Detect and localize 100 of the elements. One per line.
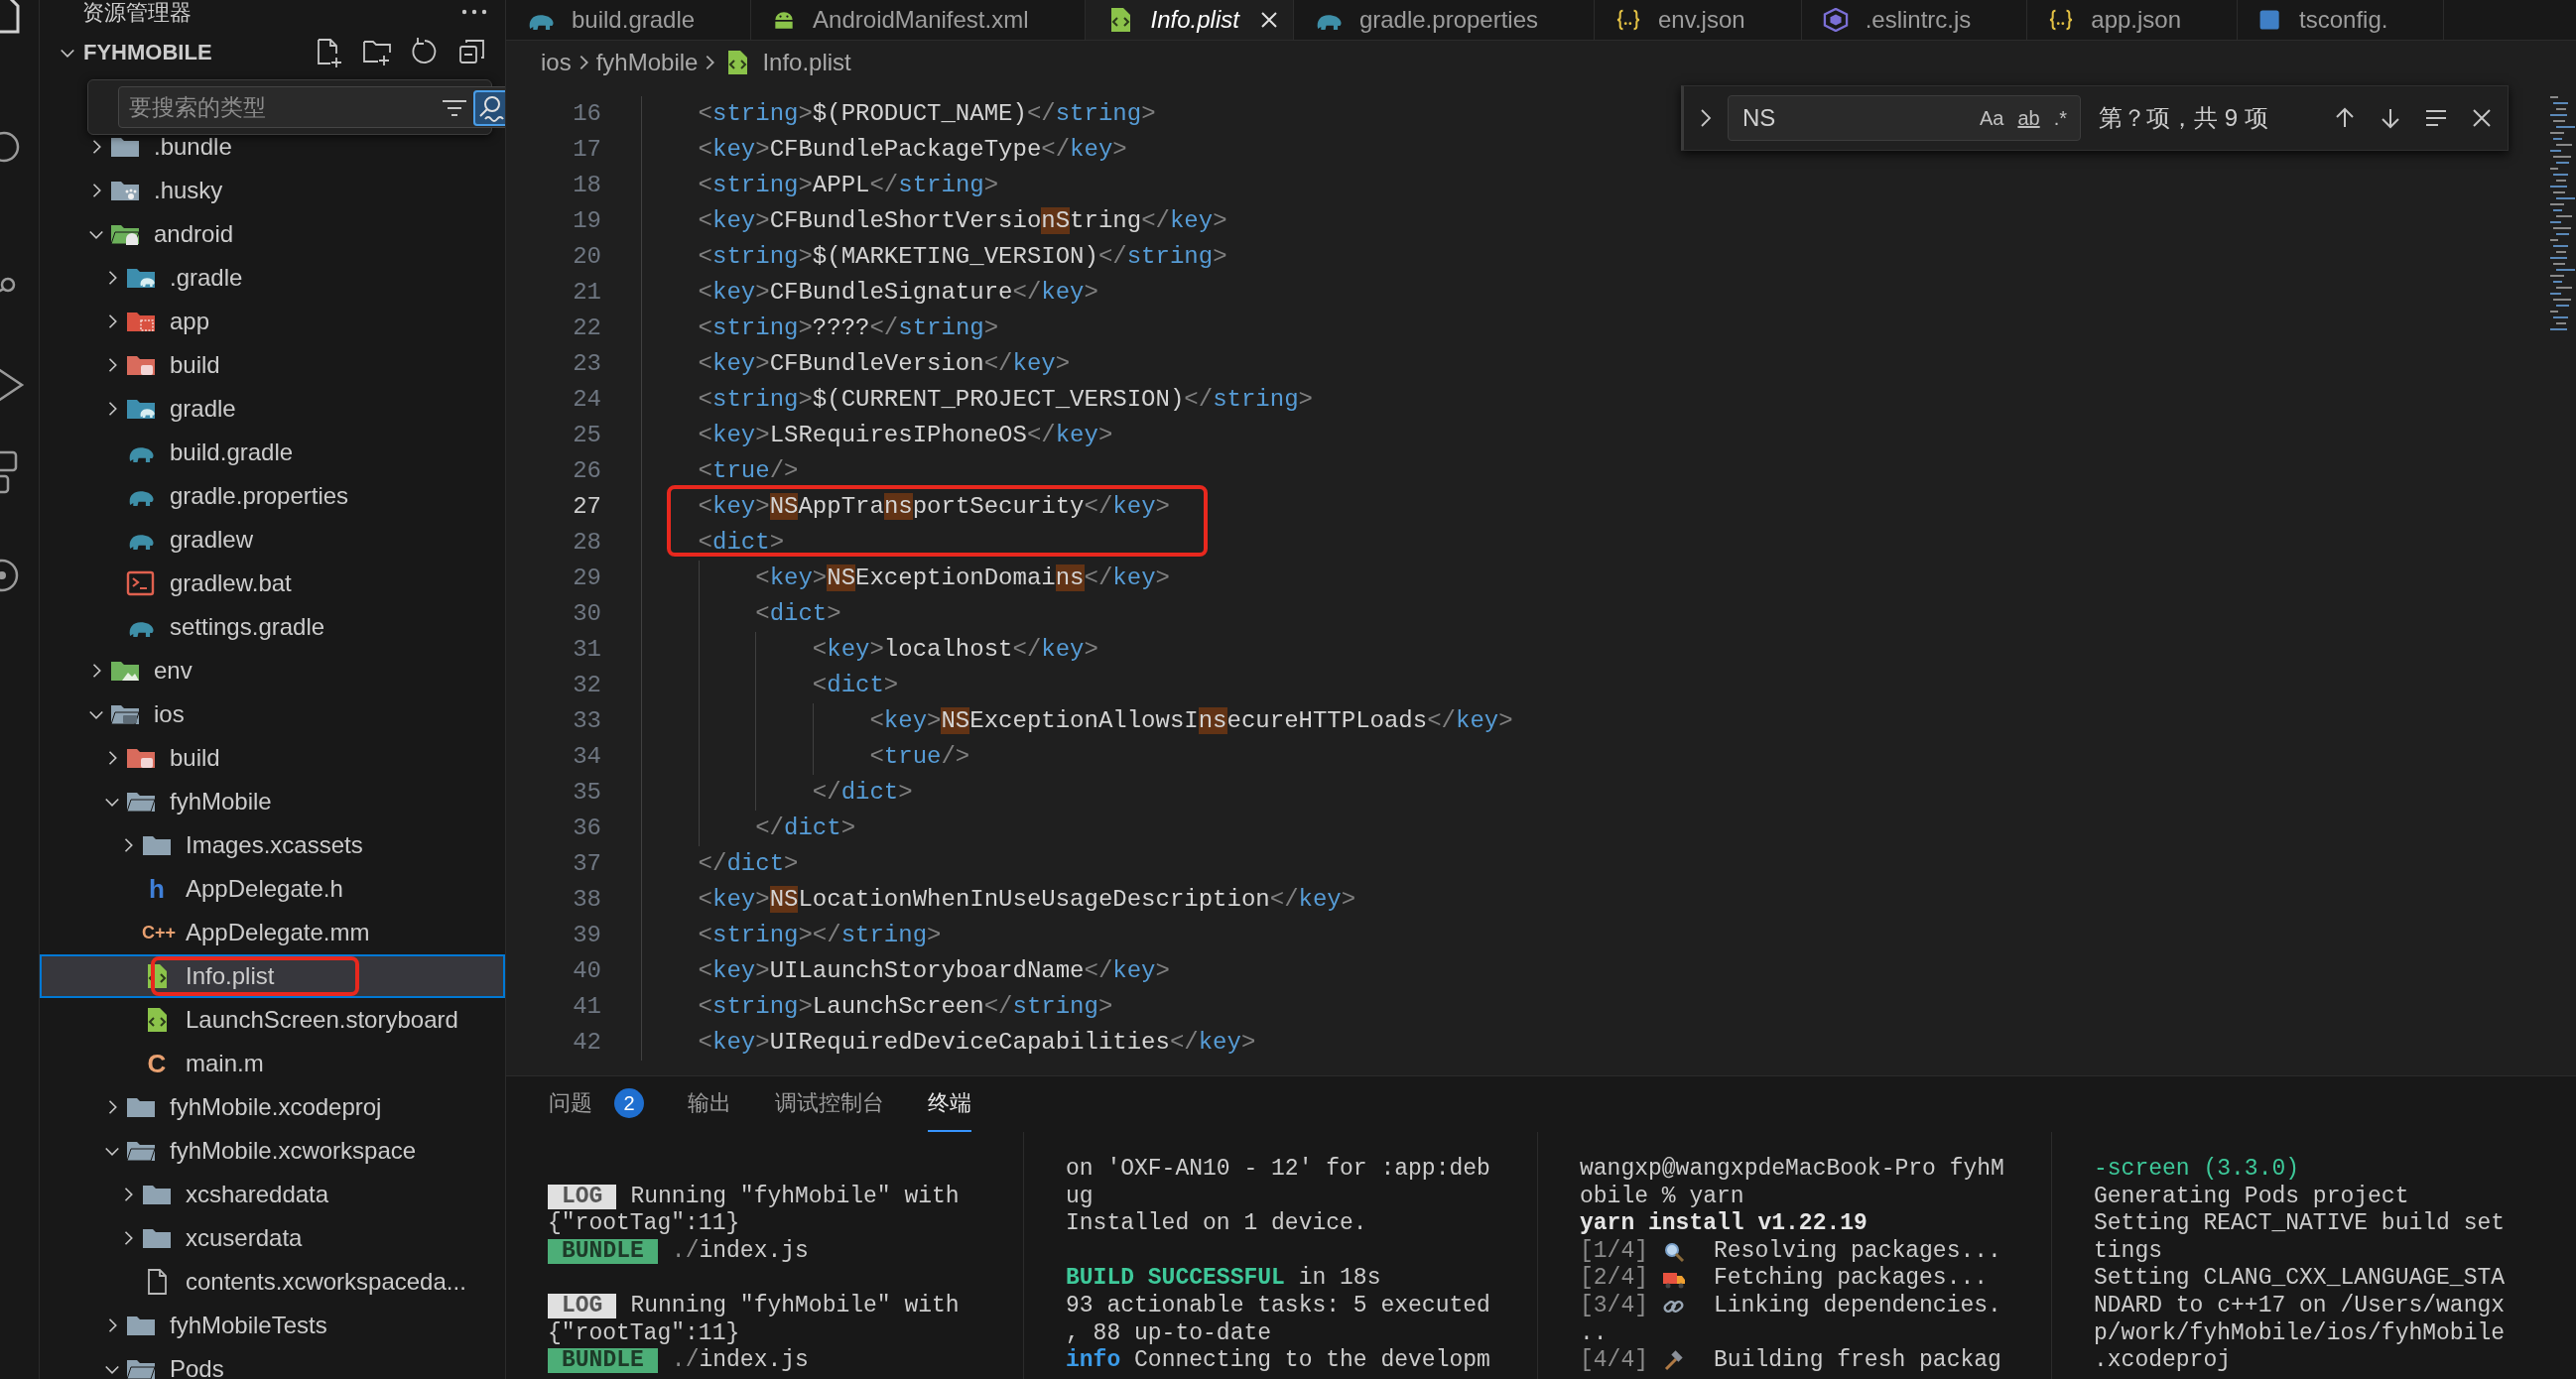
tree-item[interactable]: contents.xcworkspaceda... <box>40 1260 505 1304</box>
code-line: <dict> <box>641 596 841 632</box>
tree-item[interactable]: build.gradle <box>40 431 505 474</box>
log-level-label: LOG <box>548 1184 617 1209</box>
editor-tab[interactable]: app.json <box>2027 0 2239 40</box>
breadcrumb-item[interactable]: fyhMobile <box>595 49 699 76</box>
editor-tab[interactable]: Info.plist <box>1085 0 1294 40</box>
code-line: <key>NSExceptionDomains</key> <box>641 561 1170 596</box>
tree-item[interactable]: Info.plist <box>40 954 505 998</box>
editor-tab[interactable]: build.gradle <box>506 0 752 40</box>
tree-item[interactable]: fyhMobile <box>40 780 505 823</box>
tree-item[interactable]: gradlew <box>40 518 505 562</box>
hammer-icon <box>1662 1348 1686 1373</box>
terminal-text: Running "fyhMobile" with <box>630 1183 960 1211</box>
breadcrumb-item[interactable]: Info.plist <box>722 49 851 76</box>
line-number: 41 <box>572 992 601 1022</box>
code-line: </dict> <box>641 846 799 882</box>
tree-item[interactable]: Images.xcassets <box>40 823 505 867</box>
tree-item[interactable]: gradlew.bat <box>40 562 505 605</box>
editor-tab[interactable]: .eslintrc.js <box>1801 0 2028 40</box>
terminal-text: [4/4] <box>1580 1347 1648 1375</box>
close-icon[interactable] <box>1258 10 1279 30</box>
tree-item[interactable]: .gradle <box>40 256 505 300</box>
code-line: <key>CFBundleVersion</key> <box>641 346 1071 382</box>
tree-item[interactable]: h AppDelegate.h <box>40 867 505 911</box>
code-line: <key>CFBundleShortVersionString</key> <box>641 203 1227 239</box>
terminal-line: wangxp@wangxpdeMacBook-Pro fyhM <box>1580 1156 2005 1184</box>
tree-item[interactable]: gradle <box>40 387 505 431</box>
terminal-line: on 'OXF-AN10 - 12' for :app:deb <box>1066 1156 1491 1184</box>
editor-tab[interactable]: env.json <box>1595 0 1802 40</box>
tree-item[interactable]: android <box>40 212 505 256</box>
terminal-line: p/work/fyhMobile/ios/fyhMobile <box>2094 1319 2507 1348</box>
terminal-text: Running "fyhMobile" with <box>630 1292 960 1320</box>
section-header[interactable]: FYHMOBILE <box>58 40 212 65</box>
match-count: 第？项，共 9 项 <box>2099 103 2268 133</box>
option-toggle[interactable]: .* <box>2048 104 2072 132</box>
tree-item[interactable]: C main.m <box>40 1042 505 1085</box>
editor-tab[interactable]: gradle.properties <box>1293 0 1595 40</box>
filter-icon[interactable] <box>442 98 467 118</box>
terminal-line: obile % yarn <box>1580 1183 1745 1211</box>
code-line: <string></string> <box>641 918 942 953</box>
tree-item[interactable]: C++ AppDelegate.mm <box>40 911 505 954</box>
code-line: <key>UILaunchStoryboardName</key> <box>641 953 1170 989</box>
braces-icon <box>1614 8 1642 32</box>
line-number: 20 <box>572 242 601 272</box>
tree-item[interactable]: app <box>40 300 505 343</box>
tree-item[interactable]: xcshareddata <box>40 1173 505 1216</box>
line-number: 42 <box>572 1028 601 1058</box>
tree-item[interactable]: build <box>40 736 505 780</box>
panel-tab[interactable]: 终端 <box>928 1076 971 1132</box>
panel-tab[interactable]: 输出 <box>688 1076 731 1132</box>
line-number: 28 <box>572 528 601 558</box>
code-line: <dict> <box>641 668 899 703</box>
type-filter-field[interactable]: 要搜索的类型 <box>118 86 505 128</box>
terminal-text: [2/4] <box>1580 1265 1648 1293</box>
line-number: 37 <box>572 849 601 879</box>
editor-tab[interactable]: tsconfig. <box>2238 0 2445 40</box>
tree-item[interactable]: build <box>40 343 505 387</box>
file-type-icon: C <box>142 1048 172 1079</box>
tree-item[interactable]: LaunchScreen.storyboard <box>40 998 505 1042</box>
tree-item[interactable]: .bundle <box>40 125 505 169</box>
terminal-line: {"rootTag":11} <box>548 1319 741 1348</box>
tree-item[interactable]: fyhMobile.xcodeproj <box>40 1085 505 1129</box>
tree-item[interactable]: fyhMobileTests <box>40 1304 505 1347</box>
code-line: <true/> <box>641 453 799 489</box>
line-number: 17 <box>572 135 601 165</box>
tree-item[interactable]: fyhMobile.xcworkspace <box>40 1129 505 1173</box>
tree-item[interactable]: xcuserdata <box>40 1216 505 1260</box>
line-number: 31 <box>572 635 601 665</box>
tree-item[interactable]: gradle.properties <box>40 474 505 518</box>
tree-item[interactable]: settings.gradle <box>40 605 505 649</box>
panel-tab[interactable]: 调试控制台 <box>775 1076 884 1132</box>
line-number: 23 <box>572 349 601 379</box>
option-toggle[interactable]: ab <box>2012 104 2045 132</box>
line-number: 38 <box>572 885 601 915</box>
editor-tab[interactable]: AndroidManifest.xml <box>751 0 1086 40</box>
terminal-line: .xcodeproj <box>2094 1347 2233 1375</box>
line-number: 30 <box>572 599 601 629</box>
code-line: <key>UIRequiredDeviceCapabilities</key> <box>641 1025 1256 1061</box>
panel-tab[interactable]: 问题 2 <box>549 1076 644 1132</box>
arrow-down-icon[interactable] <box>2379 106 2402 130</box>
sidebar-title: 资源管理器 <box>82 0 192 26</box>
find-field[interactable]: NS Aa ab .* <box>1728 95 2081 141</box>
code-line: <key>NSLocationWhenInUseUsageDescription</key> <box>641 882 1356 918</box>
breadcrumb-item[interactable]: ios <box>541 49 572 76</box>
tree-item[interactable]: ios <box>40 692 505 736</box>
file-type-icon: h <box>142 873 172 905</box>
code-line: <dict> <box>641 525 785 561</box>
line-number: 35 <box>572 778 601 808</box>
terminal-line: info Connecting to the developm <box>1066 1347 1491 1375</box>
code-line: </dict> <box>641 811 856 846</box>
tree-item[interactable]: env <box>40 649 505 692</box>
terminal-line: Setting REACT_NATIVE build set <box>2094 1210 2507 1238</box>
option-toggle[interactable]: Aa <box>1974 104 2009 132</box>
tree-item[interactable]: Pods <box>40 1347 505 1379</box>
tree-item[interactable]: .husky <box>40 169 505 212</box>
chevron-icon <box>579 55 588 70</box>
new-file-icon[interactable] <box>315 38 344 67</box>
new-folder-icon[interactable] <box>362 38 392 67</box>
fuzzy-match-toggle[interactable] <box>473 90 505 126</box>
